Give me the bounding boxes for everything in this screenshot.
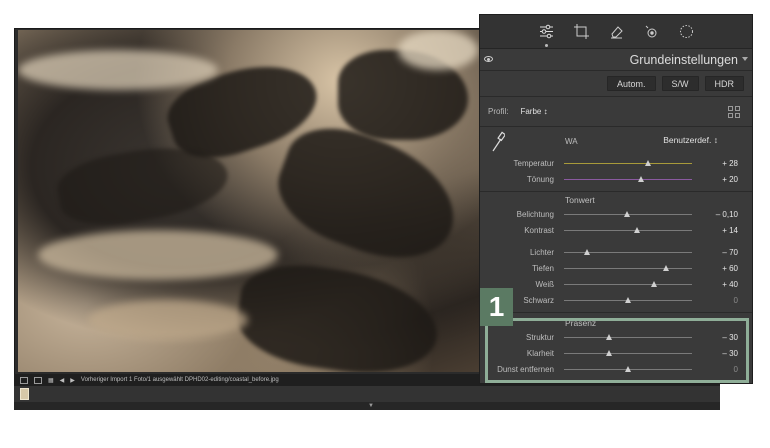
slider-row: Lichter – 70 (480, 244, 752, 260)
slider-track[interactable] (564, 230, 692, 231)
divider (480, 312, 752, 313)
slider-track[interactable] (564, 284, 692, 285)
filmstrip-thumbnail[interactable] (20, 388, 29, 400)
auto-button[interactable]: Autom. (606, 76, 656, 91)
slider-value[interactable]: + 20 (722, 175, 738, 184)
water-streak (88, 300, 248, 340)
profile-browser-icon[interactable] (728, 106, 740, 118)
tone-subhead: Tonwert (565, 195, 595, 205)
section-title: Grundeinstellungen (629, 52, 738, 67)
rock-shape (232, 256, 444, 372)
slider-value[interactable]: 0 (734, 296, 738, 305)
develop-toolstrip (480, 15, 752, 49)
slider-row: Schwarz 0 (480, 292, 752, 308)
slider-label: Tönung (526, 175, 554, 184)
monitor-1-icon[interactable] (20, 376, 28, 384)
water-streak (398, 30, 478, 70)
slider-row: Kontrast + 14 (480, 222, 752, 238)
crop-icon[interactable] (573, 24, 589, 39)
tone-slider-group-2: Lichter – 70 Tiefen + 60 Weiß + 40 Schwarz 0 (480, 244, 752, 308)
tone-slider-group: Belichtung – 0,10 Kontrast + 14 (480, 206, 752, 238)
profile-row: Profil: Farbe ↕ (480, 97, 752, 127)
slider-thumb[interactable] (623, 211, 630, 217)
profile-select[interactable]: Farbe ↕ (520, 107, 547, 116)
slider-track[interactable] (564, 163, 692, 164)
filmstrip-info[interactable]: Vorheriger Import 1 Foto/1 ausgewählt DP… (81, 377, 279, 383)
slider-label: Weiß (535, 280, 554, 289)
visibility-eye-icon[interactable] (484, 56, 493, 62)
monitor-2-icon[interactable] (34, 376, 42, 384)
masking-icon[interactable] (679, 24, 694, 39)
slider-row: Weiß + 40 (480, 276, 752, 292)
photo-preview[interactable] (18, 30, 480, 372)
slider-value[interactable]: + 14 (722, 226, 738, 235)
slider-thumb[interactable] (650, 281, 657, 287)
section-header-basic[interactable]: Grundeinstellungen (480, 49, 752, 71)
slider-thumb[interactable] (625, 297, 631, 303)
slider-thumb[interactable] (637, 176, 644, 182)
white-balance-row: WA Benutzerdef. ↕ (480, 127, 752, 155)
collapse-arrow-icon[interactable]: ▼ (368, 403, 374, 409)
wb-select[interactable]: Benutzerdef. ↕ (663, 135, 718, 145)
wb-label: WA (565, 137, 578, 146)
profile-label: Profil: (488, 107, 509, 116)
slider-label: Belichtung (516, 210, 554, 219)
slider-label: Schwarz (523, 296, 554, 305)
slider-track[interactable] (564, 179, 692, 180)
slider-track[interactable] (564, 268, 692, 269)
slider-value[interactable]: + 40 (722, 280, 738, 289)
slider-label: Tiefen (532, 264, 554, 273)
slider-thumb[interactable] (645, 160, 652, 166)
water-streak (38, 230, 278, 280)
treatment-row: Autom. S/W HDR (480, 71, 752, 97)
wb-slider-group: Temperatur + 28 Tönung + 20 (480, 155, 752, 187)
hdr-button[interactable]: HDR (704, 76, 744, 91)
water-streak (18, 50, 218, 90)
slider-value[interactable]: + 28 (722, 159, 738, 168)
slider-thumb[interactable] (663, 265, 670, 271)
slider-row: Tönung + 20 (480, 171, 752, 187)
redeye-icon[interactable] (644, 24, 659, 39)
filmstrip (14, 386, 720, 402)
back-arrow-icon[interactable]: ◀ (60, 377, 65, 384)
slider-value[interactable]: – 0,10 (716, 210, 738, 219)
slider-label: Temperatur (513, 159, 554, 168)
presence-highlight-box (485, 318, 749, 383)
rock-shape (264, 112, 472, 278)
slider-value[interactable]: + 60 (722, 264, 738, 273)
bottom-edge (14, 402, 720, 410)
slider-row: Temperatur + 28 (480, 155, 752, 171)
forward-arrow-icon[interactable]: ▶ (70, 377, 75, 384)
grid-view-icon[interactable]: ▦ (48, 377, 54, 384)
bw-button[interactable]: S/W (661, 76, 699, 91)
slider-thumb[interactable] (584, 249, 591, 255)
slider-row: Tiefen + 60 (480, 260, 752, 276)
eyedropper-icon[interactable] (491, 131, 505, 153)
callout-number: 1 (480, 288, 513, 326)
slider-row: Belichtung – 0,10 (480, 206, 752, 222)
eraser-icon[interactable] (609, 24, 624, 39)
slider-value[interactable]: – 70 (722, 248, 738, 257)
sliders-icon[interactable] (539, 24, 554, 47)
slider-thumb[interactable] (633, 227, 640, 233)
slider-label: Kontrast (524, 226, 554, 235)
collapse-triangle-icon[interactable] (742, 57, 748, 61)
slider-label: Lichter (529, 248, 554, 257)
screenshot-canvas: ▦ ◀ ▶ Vorheriger Import 1 Foto/1 ausgewä… (0, 0, 770, 448)
